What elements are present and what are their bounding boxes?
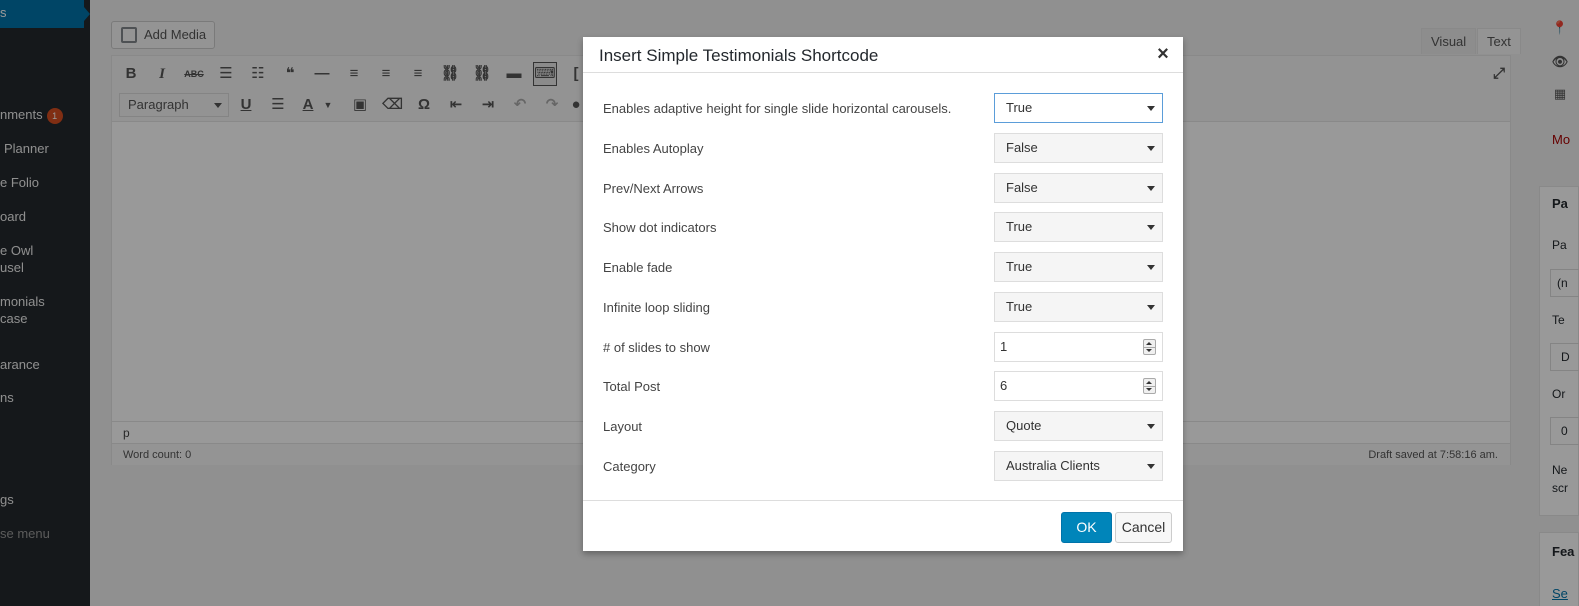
fade-select[interactable]: True xyxy=(994,252,1163,282)
chevron-down-icon xyxy=(1147,106,1155,111)
number-stepper[interactable] xyxy=(1143,378,1156,394)
slides-to-show-label: # of slides to show xyxy=(603,340,710,355)
shortcode-dialog: Insert Simple Testimonials Shortcode × E… xyxy=(583,37,1183,551)
number-stepper[interactable] xyxy=(1143,339,1156,355)
infinite-loop-label: Infinite loop sliding xyxy=(603,300,710,315)
input-value: 1 xyxy=(1000,339,1008,354)
category-label: Category xyxy=(603,459,656,474)
select-value: False xyxy=(1006,140,1038,155)
chevron-down-icon xyxy=(1146,349,1152,352)
adaptive-height-select[interactable]: True xyxy=(994,93,1163,123)
chevron-down-icon xyxy=(1147,265,1155,270)
slides-to-show-input[interactable]: 1 xyxy=(994,332,1163,362)
close-icon[interactable]: × xyxy=(1155,44,1171,64)
infinite-loop-select[interactable]: True xyxy=(994,292,1163,322)
layout-select[interactable]: Quote xyxy=(994,411,1163,441)
dots-select[interactable]: True xyxy=(994,212,1163,242)
select-value: True xyxy=(1006,299,1033,314)
select-value: False xyxy=(1006,180,1038,195)
dots-label: Show dot indicators xyxy=(603,220,717,235)
arrows-label: Prev/Next Arrows xyxy=(603,181,704,196)
chevron-up-icon xyxy=(1146,381,1152,384)
total-post-input[interactable]: 6 xyxy=(994,371,1163,401)
layout-label: Layout xyxy=(603,419,643,434)
input-value: 6 xyxy=(1000,378,1008,393)
select-value: True xyxy=(1006,219,1033,234)
autoplay-label: Enables Autoplay xyxy=(603,141,704,156)
chevron-down-icon xyxy=(1147,146,1155,151)
chevron-down-icon xyxy=(1147,186,1155,191)
chevron-down-icon xyxy=(1147,305,1155,310)
cancel-button[interactable]: Cancel xyxy=(1115,512,1172,543)
chevron-up-icon xyxy=(1146,342,1152,345)
autoplay-select[interactable]: False xyxy=(994,133,1163,163)
select-value: Australia Clients xyxy=(1006,458,1100,473)
fade-label: Enable fade xyxy=(603,260,673,275)
chevron-down-icon xyxy=(1146,388,1152,391)
chevron-down-icon xyxy=(1147,424,1155,429)
dialog-title: Insert Simple Testimonials Shortcode xyxy=(599,46,879,65)
dialog-footer: OK Cancel xyxy=(583,500,1183,551)
ok-button[interactable]: OK xyxy=(1061,512,1112,543)
chevron-down-icon xyxy=(1147,225,1155,230)
arrows-select[interactable]: False xyxy=(994,173,1163,203)
total-post-label: Total Post xyxy=(603,379,661,394)
select-value: True xyxy=(1006,100,1033,115)
chevron-down-icon xyxy=(1147,464,1155,469)
adaptive-height-label: Enables adaptive height for single slide… xyxy=(603,101,952,116)
category-select[interactable]: Australia Clients xyxy=(994,451,1163,481)
select-value: Quote xyxy=(1006,418,1042,433)
select-value: True xyxy=(1006,259,1033,274)
dialog-header: Insert Simple Testimonials Shortcode × xyxy=(583,37,1183,73)
